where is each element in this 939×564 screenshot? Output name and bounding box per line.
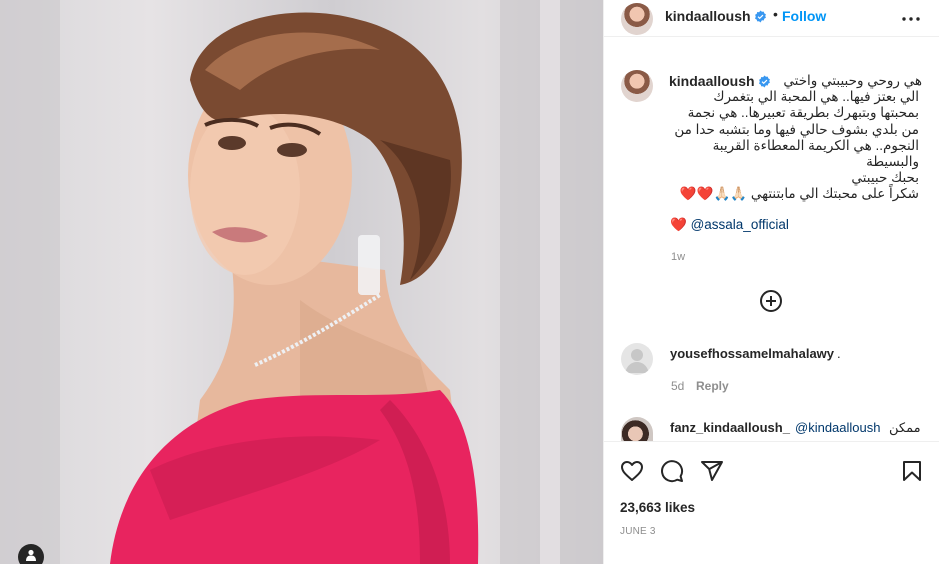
header-separator: • <box>773 6 778 22</box>
caption-line-8-text: شكراً على محبتك الي مابتنتهي <box>750 186 919 202</box>
username-text[interactable]: kindaalloush <box>665 8 751 24</box>
caption-mention-line: ❤️ @assala_official <box>670 217 789 233</box>
likes-count[interactable]: 23,663 likes <box>620 500 695 515</box>
post-details-panel: kindaalloush • Follow kindaalloush هي رو… <box>603 0 939 564</box>
comment-icon[interactable] <box>660 459 684 483</box>
avatar[interactable] <box>621 3 653 35</box>
mention-link[interactable]: @assala_official <box>691 217 789 232</box>
caption-line-4: من بلدي بشوف حالي فيها وما بتشبه حدا من <box>674 121 919 137</box>
reply-button[interactable]: Reply <box>696 379 729 393</box>
comment-username[interactable]: fanz_kindaalloush_ <box>670 420 790 435</box>
heart-icon[interactable] <box>620 459 644 483</box>
comment-username[interactable]: yousefhossamelmahalawy <box>670 346 834 361</box>
comment-mention[interactable]: @kindaalloush <box>795 420 880 435</box>
verified-badge-icon <box>754 10 767 26</box>
comment-text: ممكن <box>889 420 921 435</box>
post-date[interactable]: JUNE 3 <box>620 526 656 537</box>
comment-age[interactable]: 5d <box>671 379 684 393</box>
post-caption: هي روحي وحبيبتي واختي الي بعتز فيها.. هي… <box>624 73 922 203</box>
caption-age[interactable]: 1w <box>671 251 685 263</box>
caption-line-3: بمحبتها وبتبهرك بطريقة تعبيرها.. هي نجمة <box>687 105 919 121</box>
comment-avatar[interactable] <box>621 343 653 375</box>
bookmark-icon[interactable] <box>900 459 924 483</box>
post-photo[interactable] <box>0 0 603 564</box>
caption-emoji: 🙏🏻🙏🏻❤️❤️ <box>679 186 748 202</box>
more-options-icon[interactable] <box>901 9 921 29</box>
caption-line-7: بحبك حبيبتي <box>851 170 919 186</box>
share-icon[interactable] <box>700 459 724 483</box>
caption-line-8: شكراً على محبتك الي مابتنتهي 🙏🏻🙏🏻❤️❤️ <box>624 186 919 202</box>
post-header: kindaalloush • Follow <box>604 0 939 37</box>
comment-avatar[interactable] <box>621 417 653 441</box>
comment-text: . <box>837 346 841 361</box>
plus-circle-icon[interactable] <box>759 289 783 313</box>
portrait-illustration <box>0 0 603 564</box>
mention-heart: ❤️ <box>670 217 687 232</box>
header-username[interactable]: kindaalloush <box>665 8 767 26</box>
caption-line-6: والبسيطة <box>866 154 919 170</box>
caption-line-1: هي روحي وحبيبتي واختي <box>783 73 922 88</box>
follow-button[interactable]: Follow <box>782 8 826 24</box>
user-tag-icon[interactable] <box>18 544 44 564</box>
caption-line-5: النجوم.. هي الكريمة المعطاءة القريبة <box>712 137 919 153</box>
caption-line-2: الي بعتز فيها.. هي المحبة الي بتغمرك <box>713 89 919 105</box>
post-actions: 23,663 likes JUNE 3 <box>604 441 939 564</box>
